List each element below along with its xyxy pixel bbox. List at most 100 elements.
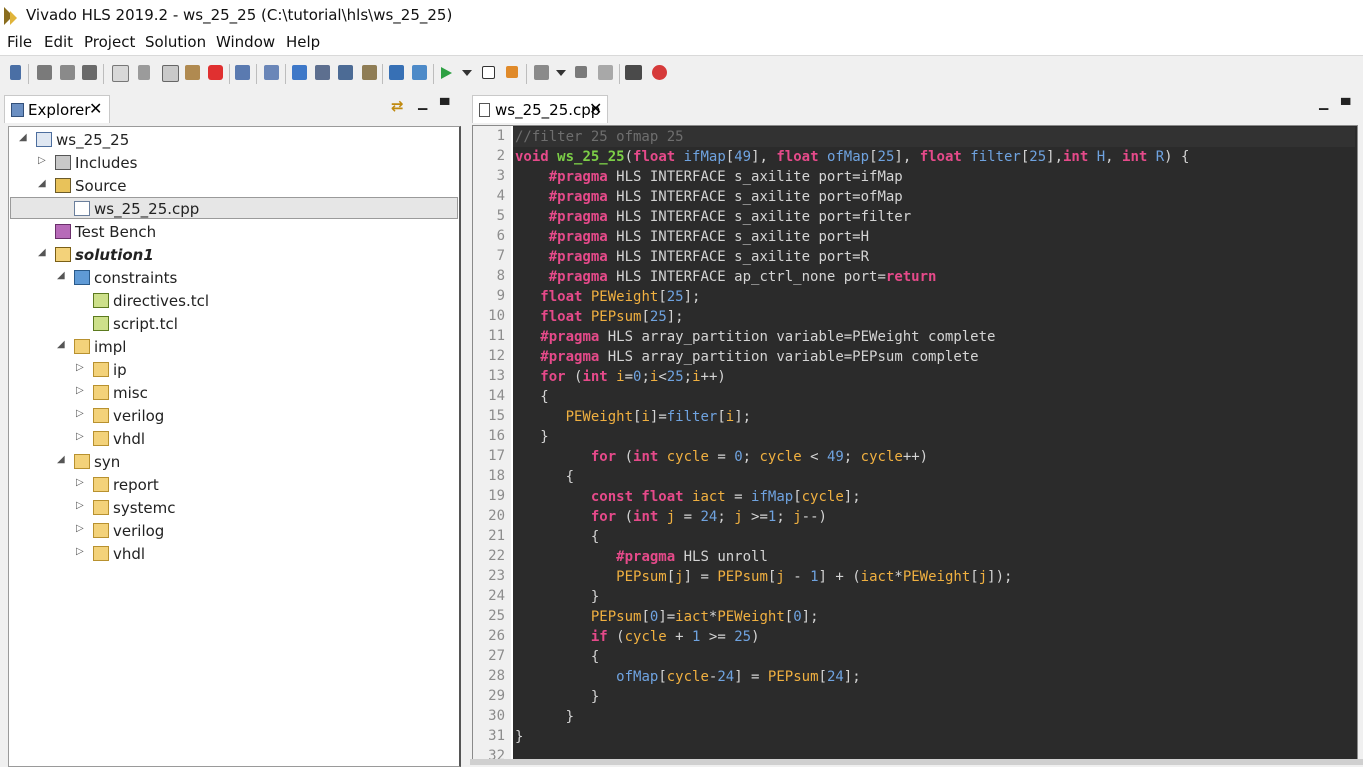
paste-icon[interactable] bbox=[185, 65, 200, 80]
code-line[interactable]: #pragma HLS INTERFACE s_axilite port=ofM… bbox=[515, 187, 903, 207]
expand-arrow-icon[interactable]: ◢ bbox=[57, 270, 65, 281]
tree-item-solution1[interactable]: ◢ solution1 bbox=[9, 244, 457, 266]
tree-item-syn[interactable]: ◢ syn bbox=[9, 451, 457, 473]
sync-icon[interactable]: ⇄ bbox=[391, 97, 404, 115]
c-synthesis-icon[interactable] bbox=[412, 65, 427, 80]
collapse-arrow-icon[interactable]: ▷ bbox=[76, 408, 84, 419]
save-icon[interactable] bbox=[37, 65, 52, 80]
menu-window[interactable]: Window bbox=[216, 33, 275, 51]
directive-icon[interactable] bbox=[338, 65, 353, 80]
tree-item-constraints[interactable]: ◢ constraints bbox=[9, 267, 457, 289]
code-line[interactable]: } bbox=[515, 707, 574, 727]
export-rtl-icon[interactable] bbox=[506, 66, 518, 78]
collapse-arrow-icon[interactable]: ▷ bbox=[76, 500, 84, 511]
tree-item-verilog[interactable]: ▷ verilog bbox=[9, 405, 457, 427]
run-icon[interactable] bbox=[441, 67, 452, 79]
tree-item-ip[interactable]: ▷ ip bbox=[9, 359, 457, 381]
save-as-icon[interactable] bbox=[82, 65, 97, 80]
menu-file[interactable]: File bbox=[7, 33, 32, 51]
close-icon[interactable]: ✕ bbox=[589, 99, 602, 118]
tree-item-verilog[interactable]: ▷ verilog bbox=[9, 520, 457, 542]
code-line[interactable]: #pragma HLS array_partition variable=PEW… bbox=[515, 327, 995, 347]
expand-arrow-icon[interactable]: ◢ bbox=[38, 247, 46, 258]
code-line[interactable]: } bbox=[515, 427, 548, 447]
explorer-tab[interactable]: Explorer ✕ bbox=[4, 95, 110, 123]
maximize-icon[interactable]: ▀ bbox=[1341, 98, 1350, 112]
compare-icon[interactable] bbox=[625, 65, 642, 80]
report-dropdown-icon[interactable] bbox=[556, 70, 566, 76]
collapse-arrow-icon[interactable]: ▷ bbox=[76, 362, 84, 373]
run-dropdown-icon[interactable] bbox=[462, 70, 472, 76]
maximize-view-icon[interactable] bbox=[598, 65, 613, 80]
horizontal-scrollbar[interactable] bbox=[470, 759, 1363, 765]
tree-item-impl[interactable]: ◢ impl bbox=[9, 336, 457, 358]
collapse-arrow-icon[interactable]: ▷ bbox=[76, 523, 84, 534]
collapse-arrow-icon[interactable]: ▷ bbox=[38, 155, 46, 166]
delete-icon[interactable] bbox=[208, 65, 223, 80]
minimize-icon[interactable]: ▁ bbox=[418, 96, 427, 110]
expand-arrow-icon[interactable]: ◢ bbox=[57, 454, 65, 465]
code-line[interactable]: PEWeight[i]=filter[i]; bbox=[515, 407, 751, 427]
tree-item-systemc[interactable]: ▷ systemc bbox=[9, 497, 457, 519]
code-line[interactable]: #pragma HLS unroll bbox=[515, 547, 768, 567]
tree-item-includes[interactable]: ▷ Includes bbox=[9, 152, 457, 174]
code-line[interactable]: float PEWeight[25]; bbox=[515, 287, 700, 307]
code-line[interactable]: { bbox=[515, 387, 548, 407]
code-line[interactable]: { bbox=[515, 647, 599, 667]
run-settings-icon[interactable] bbox=[362, 65, 377, 80]
close-icon[interactable]: ✕ bbox=[89, 99, 102, 118]
tree-item-report[interactable]: ▷ report bbox=[9, 474, 457, 496]
code-line[interactable]: for (int cycle = 0; cycle < 49; cycle++) bbox=[515, 447, 928, 467]
code-line[interactable]: if (cycle + 1 >= 25) bbox=[515, 627, 760, 647]
help-icon[interactable] bbox=[652, 65, 667, 80]
new-file-icon[interactable] bbox=[112, 65, 129, 82]
new-project-icon[interactable] bbox=[10, 65, 21, 80]
code-line[interactable]: PEPsum[0]=iact*PEWeight[0]; bbox=[515, 607, 819, 627]
expand-arrow-icon[interactable]: ◢ bbox=[38, 178, 46, 189]
save-all-icon[interactable] bbox=[60, 65, 75, 80]
collapse-arrow-icon[interactable]: ▷ bbox=[76, 477, 84, 488]
tree-item-misc[interactable]: ▷ misc bbox=[9, 382, 457, 404]
stop-icon[interactable] bbox=[575, 66, 587, 78]
checkbox-run-icon[interactable] bbox=[482, 66, 495, 79]
tree-item-ws-25-25-cpp[interactable]: ws_25_25.cpp bbox=[9, 198, 457, 220]
tree-item-directives-tcl[interactable]: directives.tcl bbox=[9, 290, 457, 312]
report-icon[interactable] bbox=[534, 65, 549, 80]
code-line[interactable]: { bbox=[515, 467, 574, 487]
code-line[interactable]: } bbox=[515, 687, 599, 707]
print-icon[interactable] bbox=[235, 65, 250, 80]
menu-help[interactable]: Help bbox=[286, 33, 320, 51]
menu-project[interactable]: Project bbox=[84, 33, 135, 51]
new-solution-icon[interactable] bbox=[292, 65, 307, 80]
code-editor[interactable]: 1//filter 25 ofmap 25 2 void ws_25_25(floa… bbox=[472, 125, 1358, 760]
cut-icon[interactable] bbox=[138, 65, 150, 80]
code-line[interactable]: const float iact = ifMap[cycle]; bbox=[515, 487, 861, 507]
tree-item-source[interactable]: ◢ Source bbox=[9, 175, 457, 197]
collapse-arrow-icon[interactable]: ▷ bbox=[76, 431, 84, 442]
code-line[interactable]: #pragma HLS INTERFACE s_axilite port=H bbox=[515, 227, 869, 247]
code-line[interactable]: float PEPsum[25]; bbox=[515, 307, 683, 327]
minimize-icon[interactable]: ▁ bbox=[1319, 96, 1328, 110]
menu-edit[interactable]: Edit bbox=[44, 33, 73, 51]
code-line[interactable]: #pragma HLS INTERFACE s_axilite port=ifM… bbox=[515, 167, 903, 187]
code-line[interactable]: #pragma HLS INTERFACE s_axilite port=fil… bbox=[515, 207, 911, 227]
tree-item-vhdl[interactable]: ▷ vhdl bbox=[9, 543, 457, 565]
code-line[interactable]: #pragma HLS INTERFACE ap_ctrl_none port=… bbox=[515, 267, 937, 287]
expand-arrow-icon[interactable]: ◢ bbox=[57, 339, 65, 350]
maximize-icon[interactable]: ▀ bbox=[440, 98, 449, 112]
code-line[interactable]: for (int i=0;i<25;i++) bbox=[515, 367, 726, 387]
tree-item-vhdl[interactable]: ▷ vhdl bbox=[9, 428, 457, 450]
code-line[interactable]: //filter 25 ofmap 25 bbox=[515, 127, 684, 147]
tree-item-ws-25-25[interactable]: ◢ ws_25_25 bbox=[9, 129, 457, 151]
code-line[interactable]: { bbox=[515, 527, 599, 547]
collapse-arrow-icon[interactable]: ▷ bbox=[76, 546, 84, 557]
c-simulation-icon[interactable] bbox=[389, 65, 404, 80]
code-line[interactable]: void ws_25_25(float ifMap[49], float ofM… bbox=[515, 147, 1189, 167]
tree-item-test-bench[interactable]: Test Bench bbox=[9, 221, 457, 243]
code-line[interactable]: } bbox=[515, 727, 523, 747]
code-line[interactable]: } bbox=[515, 587, 599, 607]
solution-settings-icon[interactable] bbox=[315, 65, 330, 80]
menu-solution[interactable]: Solution bbox=[145, 33, 206, 51]
editor-tab[interactable]: ws_25_25.cpp ✕ bbox=[472, 95, 608, 123]
expand-arrow-icon[interactable]: ◢ bbox=[19, 132, 27, 143]
